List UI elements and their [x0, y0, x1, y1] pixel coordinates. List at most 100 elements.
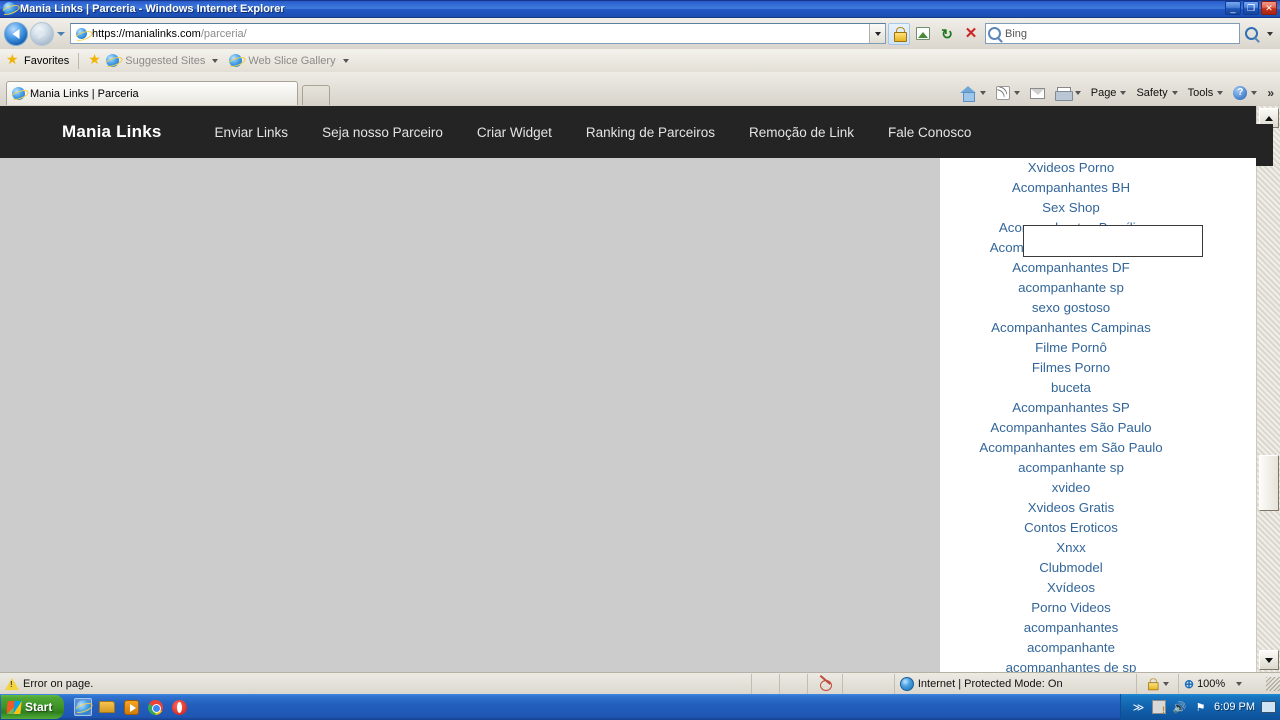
safety-menu[interactable]: Safety — [1132, 82, 1181, 104]
address-dropdown-arrow[interactable] — [869, 24, 885, 43]
list-item[interactable]: Filmes Porno — [940, 358, 1202, 378]
close-button[interactable]: ✕ — [1261, 1, 1277, 15]
list-item[interactable]: sexo gostoso — [940, 298, 1202, 318]
chevron-down-icon[interactable] — [212, 58, 219, 63]
volume-icon[interactable]: 🔊 — [1172, 700, 1187, 715]
tools-menu[interactable]: Tools — [1184, 82, 1228, 104]
show-desktop-button[interactable] — [1261, 701, 1276, 713]
list-item[interactable]: acompanhantes — [940, 618, 1202, 638]
nav-bar-overflow-strip — [1256, 124, 1273, 166]
chevron-down-icon[interactable] — [979, 91, 986, 95]
list-item[interactable]: Acompanhantes Campinas — [940, 318, 1202, 338]
resize-grip[interactable] — [1266, 676, 1280, 691]
list-item[interactable]: buceta — [940, 378, 1202, 398]
security-alert-icon[interactable] — [1152, 700, 1167, 715]
suggested-sites-item[interactable]: Suggested Sites — [125, 55, 205, 67]
site-brand[interactable]: Mania Links — [62, 122, 162, 142]
list-item[interactable]: xvideo — [940, 478, 1202, 498]
site-nav-links: Enviar Links Seja nosso Parceiro Criar W… — [198, 125, 989, 140]
tab-mania-links[interactable]: Mania Links | Parceria — [6, 81, 298, 105]
taskbar-item-media-player[interactable] — [122, 698, 140, 716]
forward-button[interactable] — [30, 21, 54, 46]
taskbar-item-internet-explorer[interactable] — [74, 698, 93, 716]
new-tab-button[interactable] — [302, 85, 330, 105]
list-item[interactable]: acompanhantes de sp — [940, 658, 1202, 672]
security-zone-cell[interactable]: Internet | Protected Mode: On — [895, 673, 1138, 694]
list-item[interactable]: Contos Eroticos — [940, 518, 1202, 538]
minimize-button[interactable]: _ — [1225, 1, 1241, 15]
list-item[interactable]: Acompanhantes DF — [940, 258, 1202, 278]
chevron-down-icon[interactable] — [1171, 91, 1178, 95]
security-lock-button[interactable] — [888, 22, 910, 45]
list-item[interactable]: Xvideos Porno — [940, 158, 1202, 178]
chevron-down-icon[interactable] — [1120, 91, 1127, 95]
list-item[interactable]: acompanhante sp — [940, 458, 1202, 478]
chevron-down-icon[interactable] — [1013, 91, 1020, 95]
double-chevron-icon: » — [1267, 86, 1274, 100]
address-input[interactable]: https://manialinks.com/parceria/ — [70, 23, 886, 44]
scroll-down-button[interactable] — [1259, 650, 1279, 670]
chevron-down-icon-2[interactable] — [342, 58, 349, 63]
chevron-down-icon[interactable] — [1217, 91, 1224, 95]
list-item[interactable]: acompanhante sp — [940, 278, 1202, 298]
network-flag-icon[interactable]: ⚑ — [1193, 700, 1208, 715]
list-item[interactable]: acompanhante — [940, 638, 1202, 658]
refresh-button[interactable]: ↻ — [936, 23, 958, 45]
list-item[interactable]: Xnxx — [940, 538, 1202, 558]
chevron-down-icon[interactable] — [1251, 91, 1258, 95]
nav-link-criar-widget[interactable]: Criar Widget — [460, 125, 569, 140]
home-button[interactable] — [956, 82, 990, 104]
zoom-control[interactable]: ⊕ 100% — [1179, 674, 1266, 694]
list-item[interactable]: Clubmodel — [940, 558, 1202, 578]
nav-link-ranking-de-parceiros[interactable]: Ranking de Parceiros — [569, 125, 732, 140]
zoom-icon: ⊕ — [1184, 676, 1195, 691]
web-slice-gallery-item[interactable]: Web Slice Gallery — [248, 55, 335, 67]
list-item[interactable]: Acompanhantes SP — [940, 398, 1202, 418]
back-button[interactable] — [4, 21, 28, 46]
chevron-down-icon[interactable] — [1236, 681, 1243, 686]
suggested-sites-icon — [106, 53, 120, 68]
start-button[interactable]: Start — [1, 695, 65, 719]
chevron-down-icon[interactable] — [1162, 681, 1169, 686]
nav-link-remocao-de-link[interactable]: Remoção de Link — [732, 125, 871, 140]
clock[interactable]: 6:09 PM — [1214, 701, 1255, 713]
status-message-cell[interactable]: Error on page. — [0, 673, 752, 694]
list-item[interactable]: Acompanhantes São Paulo — [940, 418, 1202, 438]
site-search-input[interactable] — [1023, 225, 1203, 257]
search-icon — [1244, 27, 1258, 40]
show-hidden-icons-button[interactable]: ≫ — [1131, 700, 1146, 715]
list-item[interactable]: Filme Pornô — [940, 338, 1202, 358]
list-item[interactable]: Xvídeos — [940, 578, 1202, 598]
list-item[interactable]: Acompanhantes em São Paulo — [940, 438, 1202, 458]
feeds-button[interactable] — [992, 82, 1024, 104]
search-go-button[interactable] — [1242, 23, 1264, 44]
page-scrollbar[interactable] — [1256, 106, 1280, 672]
list-item[interactable]: Sex Shop — [940, 198, 1202, 218]
add-to-favorites-bar-icon[interactable]: ★ — [88, 52, 101, 67]
command-bar-overflow[interactable]: » — [1263, 82, 1278, 104]
list-item[interactable]: Xvideos Gratis — [940, 498, 1202, 518]
maximize-button[interactable]: ❐ — [1243, 1, 1259, 15]
search-input[interactable]: Bing — [985, 23, 1240, 44]
help-menu[interactable]: ? — [1229, 82, 1261, 104]
taskbar-item-opera[interactable] — [170, 698, 188, 716]
chevron-down-icon[interactable] — [1074, 91, 1081, 95]
nav-link-fale-conosco[interactable]: Fale Conosco — [871, 125, 988, 140]
taskbar-item-file-explorer[interactable] — [98, 698, 116, 716]
list-item[interactable]: Acompanhantes BH — [940, 178, 1202, 198]
favorites-button[interactable]: Favorites — [24, 55, 69, 67]
print-button[interactable] — [1051, 82, 1085, 104]
recent-pages-dropdown[interactable] — [54, 22, 68, 46]
read-mail-button[interactable] — [1026, 82, 1049, 104]
compatibility-view-button[interactable] — [912, 23, 934, 45]
search-provider-dropdown[interactable] — [1264, 23, 1276, 44]
privacy-report-button[interactable] — [808, 673, 844, 694]
stop-button[interactable]: ✕ — [960, 23, 982, 45]
list-item[interactable]: Porno Videos — [940, 598, 1202, 618]
nav-link-enviar-links[interactable]: Enviar Links — [198, 125, 306, 140]
page-menu[interactable]: Page — [1087, 82, 1131, 104]
scrollbar-thumb[interactable] — [1259, 455, 1279, 511]
taskbar-item-chrome[interactable] — [146, 698, 164, 716]
protected-mode-toggle[interactable] — [1137, 673, 1179, 694]
nav-link-seja-nosso-parceiro[interactable]: Seja nosso Parceiro — [305, 125, 460, 140]
